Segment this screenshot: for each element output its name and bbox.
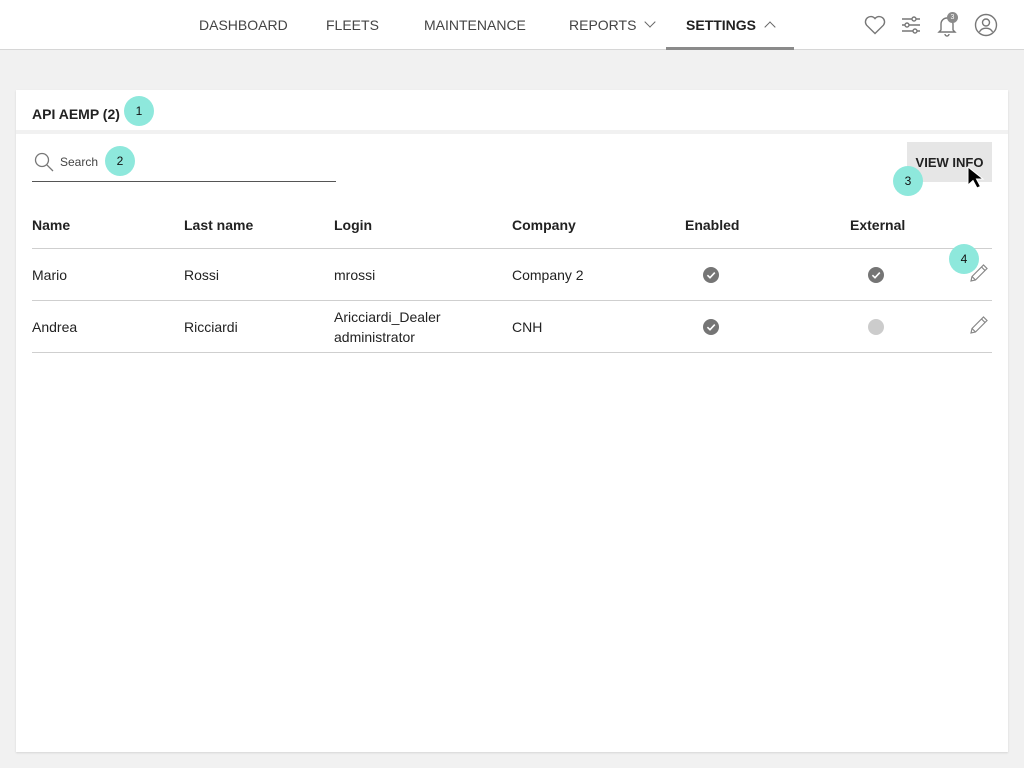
card-title: API AEMP (2): [32, 106, 120, 122]
cell-name: Mario: [32, 267, 68, 283]
column-header-name: Name: [32, 217, 71, 233]
cell-company: CNH: [512, 319, 543, 335]
check-circle-icon: [703, 319, 719, 335]
step-marker-4: 4: [949, 244, 979, 274]
card-header: API AEMP (2): [16, 90, 1008, 134]
nav-fleets[interactable]: FLEETS: [326, 0, 379, 49]
chevron-down-icon: [644, 16, 657, 28]
top-navigation: DASHBOARD FLEETS MAINTENANCE REPORTS SET…: [0, 0, 1024, 50]
cell-name: Andrea: [32, 319, 78, 335]
table-row-divider: [32, 300, 992, 301]
notification-count-badge: 3: [947, 12, 958, 23]
pencil-icon[interactable]: [968, 314, 990, 336]
nav-reports[interactable]: REPORTS: [569, 0, 657, 49]
circle-icon: [868, 319, 884, 335]
column-header-company: Company: [512, 217, 576, 233]
check-circle-icon: [868, 267, 884, 283]
cell-last-name: Rossi: [184, 267, 220, 283]
step-marker-2: 2: [105, 146, 135, 176]
cell-login-line2: administrator: [334, 329, 415, 345]
check-circle-icon: [703, 267, 719, 283]
cell-login: mrossi: [334, 267, 376, 283]
search-field[interactable]: [32, 148, 336, 182]
mouse-pointer-icon: [967, 166, 985, 189]
nav-dashboard[interactable]: DASHBOARD: [199, 0, 288, 49]
column-header-enabled: Enabled: [685, 217, 740, 233]
step-marker-1: 1: [124, 96, 154, 126]
nav-reports-label: REPORTS: [569, 17, 637, 33]
api-aemp-card: API AEMP (2) 1 2 VIEW INFO 3 Name Last n…: [16, 90, 1008, 752]
nav-settings-label: SETTINGS: [686, 17, 757, 33]
sliders-icon[interactable]: [899, 13, 923, 37]
table-row-divider: [32, 352, 992, 353]
user-icon[interactable]: [974, 13, 998, 37]
column-header-last-name: Last name: [184, 217, 254, 233]
chevron-up-icon: [764, 21, 776, 33]
table-header-divider: [32, 248, 992, 249]
cell-company: Company 2: [512, 267, 584, 283]
cell-last-name: Ricciardi: [184, 319, 238, 335]
column-header-login: Login: [334, 217, 373, 233]
step-marker-3: 3: [893, 166, 923, 196]
nav-settings[interactable]: SETTINGS: [665, 0, 795, 50]
cell-login: Aricciardi_Dealer administrator: [334, 307, 441, 347]
cell-login-line1: Aricciardi_Dealer: [334, 309, 441, 325]
nav-maintenance[interactable]: MAINTENANCE: [424, 0, 526, 49]
search-input[interactable]: [60, 154, 330, 170]
notifications-button[interactable]: 3: [935, 12, 959, 37]
heart-icon[interactable]: [863, 13, 887, 37]
search-icon: [34, 152, 54, 172]
column-header-external: External: [850, 217, 906, 233]
